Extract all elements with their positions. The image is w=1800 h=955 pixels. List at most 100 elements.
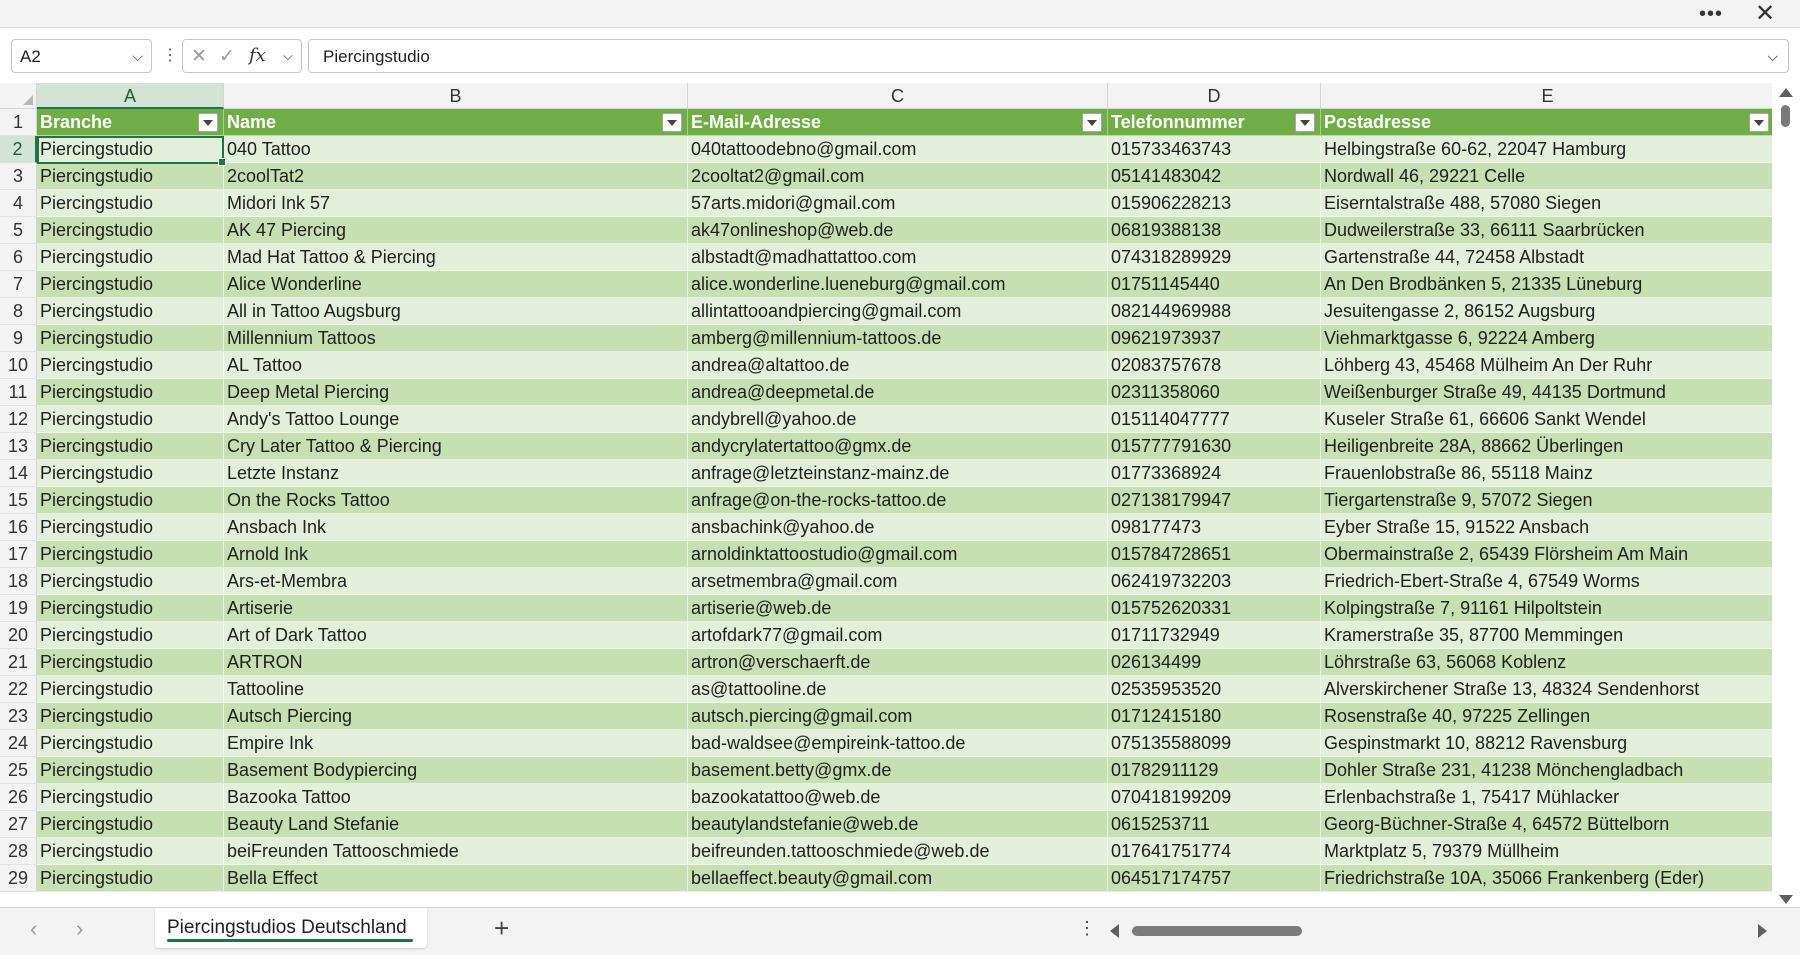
row-header[interactable]: 14 — [0, 460, 37, 487]
scroll-down-icon[interactable] — [1779, 895, 1793, 904]
table-cell[interactable]: AL Tattoo — [224, 352, 688, 379]
table-cell[interactable]: Piercingstudio — [37, 244, 224, 271]
table-cell[interactable]: Midori Ink 57 — [224, 190, 688, 217]
row-header[interactable]: 15 — [0, 487, 37, 514]
table-cell[interactable]: artofdark77@gmail.com — [688, 622, 1108, 649]
table-cell[interactable]: Piercingstudio — [37, 676, 224, 703]
table-cell[interactable]: beiFreunden Tattooschmiede — [224, 838, 688, 865]
name-box-value[interactable]: A2 — [20, 47, 41, 67]
row-header[interactable]: 9 — [0, 325, 37, 352]
table-cell[interactable]: 02535953520 — [1108, 676, 1321, 703]
row-header[interactable]: 16 — [0, 514, 37, 541]
table-cell[interactable]: Alverskirchener Straße 13, 48324 Sendenh… — [1321, 676, 1772, 703]
table-header-cell[interactable]: Name — [224, 109, 688, 136]
row-header[interactable]: 28 — [0, 838, 37, 865]
table-cell[interactable]: 040 Tattoo — [224, 136, 688, 163]
table-cell[interactable]: amberg@millennium-tattoos.de — [688, 325, 1108, 352]
scroll-right-icon[interactable] — [1758, 924, 1767, 938]
table-cell[interactable]: 01712415180 — [1108, 703, 1321, 730]
table-cell[interactable]: Piercingstudio — [37, 298, 224, 325]
row-header[interactable]: 13 — [0, 433, 37, 460]
table-cell[interactable]: 01751145440 — [1108, 271, 1321, 298]
table-cell[interactable]: Millennium Tattoos — [224, 325, 688, 352]
table-cell[interactable]: beautylandstefanie@web.de — [688, 811, 1108, 838]
table-cell[interactable]: Artiserie — [224, 595, 688, 622]
table-cell[interactable]: 026134499 — [1108, 649, 1321, 676]
row-header[interactable]: 20 — [0, 622, 37, 649]
row-header[interactable]: 5 — [0, 217, 37, 244]
fx-icon[interactable]: fx — [249, 45, 266, 66]
table-cell[interactable]: Weißenburger Straße 49, 44135 Dortmund — [1321, 379, 1772, 406]
formula-input[interactable]: Piercingstudio ⌵ — [308, 39, 1789, 73]
table-cell[interactable]: Jesuitengasse 2, 86152 Augsburg — [1321, 298, 1772, 325]
table-cell[interactable]: On the Rocks Tattoo — [224, 487, 688, 514]
filter-dropdown-icon[interactable] — [198, 113, 218, 132]
table-cell[interactable]: Piercingstudio — [37, 649, 224, 676]
table-cell[interactable]: Autsch Piercing — [224, 703, 688, 730]
table-cell[interactable]: Piercingstudio — [37, 406, 224, 433]
table-cell[interactable]: Piercingstudio — [37, 622, 224, 649]
table-cell[interactable]: Piercingstudio — [37, 136, 224, 163]
table-cell[interactable]: Piercingstudio — [37, 352, 224, 379]
table-cell[interactable]: autsch.piercing@gmail.com — [688, 703, 1108, 730]
row-header[interactable]: 3 — [0, 163, 37, 190]
more-options-icon[interactable]: ••• — [1698, 2, 1724, 26]
row-header[interactable]: 22 — [0, 676, 37, 703]
column-header-a[interactable]: A — [37, 83, 224, 109]
row-header[interactable]: 10 — [0, 352, 37, 379]
table-cell[interactable]: Art of Dark Tattoo — [224, 622, 688, 649]
table-header-cell[interactable]: Branche — [37, 109, 224, 136]
table-cell[interactable]: Piercingstudio — [37, 325, 224, 352]
select-all-corner[interactable] — [0, 83, 37, 109]
table-cell[interactable]: Kramerstraße 35, 87700 Memmingen — [1321, 622, 1772, 649]
check-icon[interactable]: ✓ — [219, 45, 235, 68]
table-cell[interactable]: Andy's Tattoo Lounge — [224, 406, 688, 433]
scroll-left-icon[interactable] — [1110, 924, 1119, 938]
table-cell[interactable]: Deep Metal Piercing — [224, 379, 688, 406]
name-box[interactable]: A2 ⌵ — [11, 39, 152, 73]
table-cell[interactable]: Löhrstraße 63, 56068 Koblenz — [1321, 649, 1772, 676]
row-header[interactable]: 25 — [0, 757, 37, 784]
table-cell[interactable]: arsetmembra@gmail.com — [688, 568, 1108, 595]
table-cell[interactable]: 06819388138 — [1108, 217, 1321, 244]
table-cell[interactable]: Frauenlobstraße 86, 55118 Mainz — [1321, 460, 1772, 487]
table-cell[interactable]: andrea@altattoo.de — [688, 352, 1108, 379]
table-cell[interactable]: Dudweilerstraße 33, 66111 Saarbrücken — [1321, 217, 1772, 244]
table-cell[interactable]: Gartenstraße 44, 72458 Albstadt — [1321, 244, 1772, 271]
row-header[interactable]: 18 — [0, 568, 37, 595]
table-cell[interactable]: 2cooltat2@gmail.com — [688, 163, 1108, 190]
table-cell[interactable]: 01711732949 — [1108, 622, 1321, 649]
table-cell[interactable]: Piercingstudio — [37, 217, 224, 244]
row-header[interactable]: 4 — [0, 190, 37, 217]
table-cell[interactable]: Tiergartenstraße 9, 57072 Siegen — [1321, 487, 1772, 514]
table-cell[interactable]: 2coolTat2 — [224, 163, 688, 190]
table-cell[interactable]: alice.wonderline.lueneburg@gmail.com — [688, 271, 1108, 298]
table-cell[interactable]: Löhberg 43, 45468 Mülheim An Der Ruhr — [1321, 352, 1772, 379]
row-header[interactable]: 29 — [0, 865, 37, 892]
table-cell[interactable]: beifreunden.tattooschmiede@web.de — [688, 838, 1108, 865]
row-header[interactable]: 23 — [0, 703, 37, 730]
table-cell[interactable]: Rosenstraße 40, 97225 Zellingen — [1321, 703, 1772, 730]
table-cell[interactable]: All in Tattoo Augsburg — [224, 298, 688, 325]
table-cell[interactable]: basement.betty@gmx.de — [688, 757, 1108, 784]
add-sheet-icon[interactable]: + — [494, 914, 509, 942]
table-cell[interactable]: Piercingstudio — [37, 163, 224, 190]
table-cell[interactable]: Bazooka Tattoo — [224, 784, 688, 811]
table-cell[interactable]: Piercingstudio — [37, 460, 224, 487]
row-header[interactable]: 11 — [0, 379, 37, 406]
table-cell[interactable]: 09621973937 — [1108, 325, 1321, 352]
table-cell[interactable]: Friedrichstraße 10A, 35066 Frankenberg (… — [1321, 865, 1772, 892]
table-cell[interactable]: bad-waldsee@empireink-tattoo.de — [688, 730, 1108, 757]
table-cell[interactable]: 070418199209 — [1108, 784, 1321, 811]
row-header[interactable]: 26 — [0, 784, 37, 811]
table-cell[interactable]: Gespinstmarkt 10, 88212 Ravensburg — [1321, 730, 1772, 757]
table-header-cell[interactable]: E-Mail-Adresse — [688, 109, 1108, 136]
table-cell[interactable]: andybrell@yahoo.de — [688, 406, 1108, 433]
table-cell[interactable]: Piercingstudio — [37, 730, 224, 757]
table-cell[interactable]: Piercingstudio — [37, 271, 224, 298]
table-cell[interactable]: Ars-et-Membra — [224, 568, 688, 595]
table-cell[interactable]: Piercingstudio — [37, 433, 224, 460]
table-cell[interactable]: Heiligenbreite 28A, 88662 Überlingen — [1321, 433, 1772, 460]
row-header[interactable]: 6 — [0, 244, 37, 271]
table-cell[interactable]: artron@verschaerft.de — [688, 649, 1108, 676]
